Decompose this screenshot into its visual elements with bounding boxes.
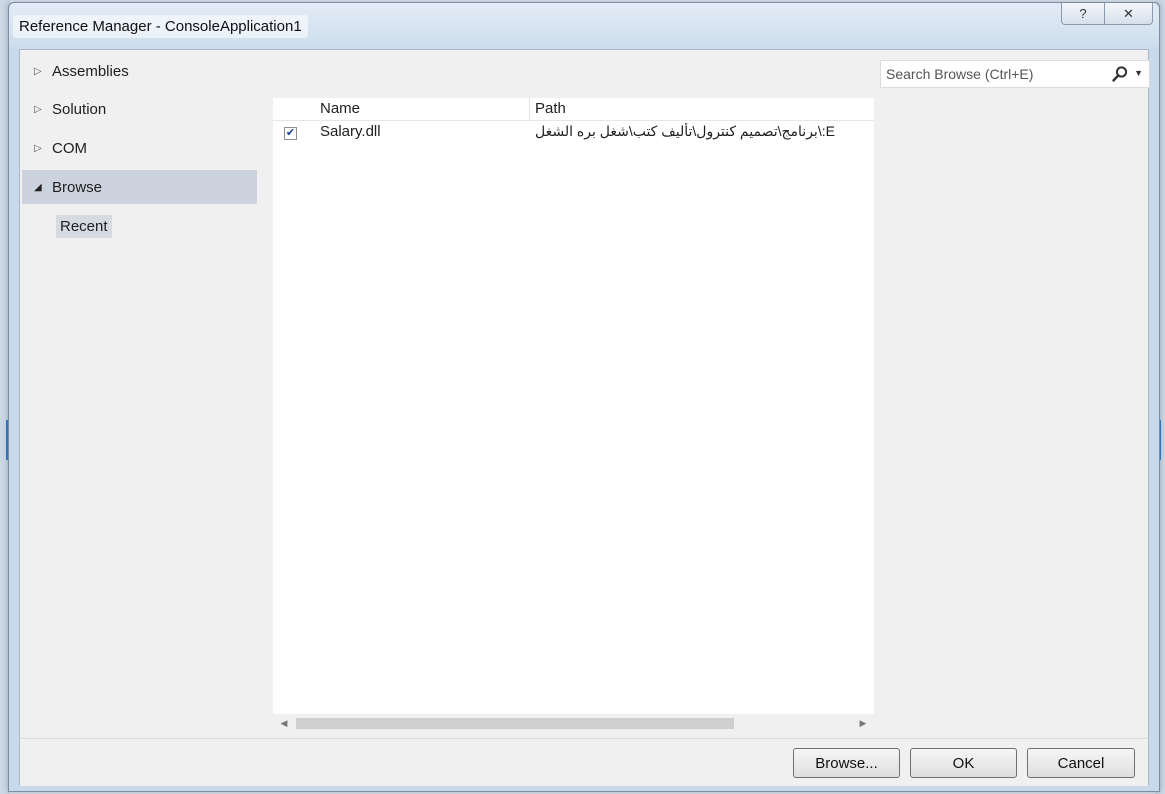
nav-item-browse[interactable]: ◢ Browse (22, 170, 257, 204)
caption-buttons: ? ✕ (1061, 3, 1153, 25)
column-header-name[interactable]: Name (315, 98, 530, 120)
scroll-left-icon[interactable]: ◀ (275, 714, 293, 732)
dialog-button-bar: Browse... OK Cancel (20, 738, 1148, 786)
nav-item-solution[interactable]: ▷ Solution (22, 92, 257, 126)
scroll-right-icon[interactable]: ▶ (854, 714, 872, 732)
nav-item-label: COM (52, 139, 87, 157)
search-input[interactable] (881, 61, 1106, 87)
nav-item-label: Browse (52, 178, 103, 196)
category-tree: ▷ Assemblies ▷ Solution ▷ COM ◢ Browse R… (20, 50, 265, 738)
column-header-path[interactable]: Path (530, 98, 874, 120)
reference-list: Name Path ✔ Salary.dll E:\برنامج\تصميم ك… (273, 98, 874, 732)
help-icon: ? (1079, 6, 1087, 21)
collapse-arrow-icon: ◢ (34, 181, 42, 193)
browse-button[interactable]: Browse... (793, 748, 900, 778)
search-box[interactable]: ▼ (880, 60, 1150, 88)
close-icon: ✕ (1123, 5, 1134, 21)
nav-subitem-recent[interactable]: Recent (56, 215, 112, 238)
close-button[interactable]: ✕ (1105, 3, 1153, 25)
search-icon[interactable] (1111, 65, 1129, 83)
expand-arrow-icon: ▷ (34, 142, 42, 154)
expand-arrow-icon: ▷ (34, 65, 42, 77)
expand-arrow-icon: ▷ (34, 103, 42, 115)
scrollbar-thumb[interactable] (296, 718, 734, 729)
dialog-client-area: ▷ Assemblies ▷ Solution ▷ COM ◢ Browse R… (19, 49, 1150, 786)
cancel-button[interactable]: Cancel (1027, 748, 1135, 778)
include-checkbox[interactable]: ✔ (284, 127, 297, 140)
nav-item-label: Solution (52, 100, 107, 118)
nav-item-label: Assemblies (52, 62, 129, 80)
window-title: Reference Manager - ConsoleApplication1 (13, 15, 308, 38)
title-bar[interactable]: Reference Manager - ConsoleApplication1 … (9, 3, 1159, 49)
help-button[interactable]: ? (1061, 3, 1105, 25)
nav-item-assemblies[interactable]: ▷ Assemblies (22, 54, 257, 88)
table-row[interactable]: ✔ Salary.dll E:\برنامج\تصميم كنترول\تألي… (273, 121, 874, 143)
nav-item-com[interactable]: ▷ COM (22, 131, 257, 165)
checkmark-icon: ✔ (285, 127, 296, 139)
reference-manager-dialog: Reference Manager - ConsoleApplication1 … (8, 2, 1160, 792)
cell-path: E:\برنامج\تصميم كنترول\تأليف كتب\شغل بره… (535, 123, 835, 139)
horizontal-scrollbar[interactable]: ◀ ▶ (273, 714, 874, 732)
search-options-dropdown-icon[interactable]: ▼ (1134, 68, 1143, 78)
ok-button[interactable]: OK (910, 748, 1017, 778)
cell-name: Salary.dll (320, 123, 381, 140)
